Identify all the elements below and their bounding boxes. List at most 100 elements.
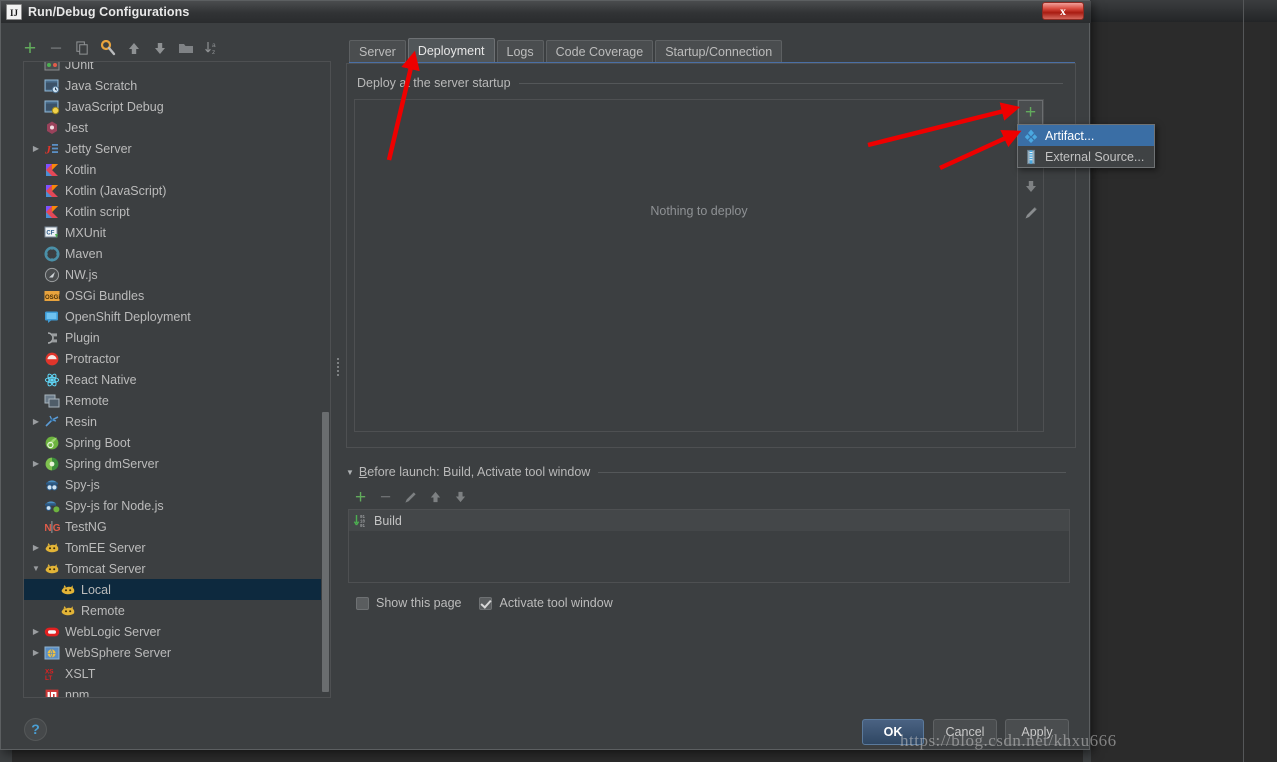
help-icon[interactable]: ? [24,718,47,741]
tree-item[interactable]: Kotlin script [24,201,324,222]
chevron-right-icon[interactable]: ▶ [28,417,44,426]
before-launch-move-down-button[interactable] [448,485,473,509]
tree-item[interactable]: ▶ Resin [24,411,324,432]
menu-item-artifact[interactable]: Artifact... [1018,125,1154,146]
before-launch-add-button[interactable]: + [348,485,373,509]
tree-item-label: JUnit [65,61,94,72]
remove-configuration-button[interactable]: − [43,36,69,60]
close-icon[interactable]: x [1042,2,1084,20]
add-configuration-button[interactable]: + [17,36,43,60]
configurations-tree-panel: JUnit Java Scratch JavaScript Debug Jest ▶ J J… [23,61,331,698]
tree-item[interactable]: Maven [24,243,324,264]
svg-text:01: 01 [360,516,366,520]
tree-item[interactable]: ▶ TomEE Server [24,537,324,558]
configurations-tree: JUnit Java Scratch JavaScript Debug Jest ▶ J J… [24,61,324,697]
arrow-down-icon [155,42,165,54]
edit-defaults-button[interactable] [95,36,121,60]
checkbox-activate-tool-window[interactable]: Activate tool window [479,596,613,610]
tree-item[interactable]: Kotlin (JavaScript) [24,180,324,201]
tree-item[interactable]: ▼ Tomcat Server [24,558,324,579]
tree-item[interactable]: ▶ Spring dmServer [24,453,324,474]
tab-deployment[interactable]: Deployment [407,38,495,62]
deployment-empty-message: Nothing to deploy [650,204,748,218]
deployment-edit-button[interactable] [1018,200,1043,225]
minus-icon: − [49,36,63,60]
deployment-move-down-button[interactable] [1018,174,1043,199]
deployment-add-button[interactable]: + [1018,100,1043,125]
tab-label: Code Coverage [555,44,644,59]
chevron-right-icon[interactable]: ▶ [28,144,44,153]
tree-item-label: Maven [65,246,103,261]
tree-scrollbar[interactable] [321,62,330,697]
before-launch-remove-button[interactable]: − [373,485,398,509]
kotlin-icon [44,162,60,178]
checkbox-checked-icon[interactable] [479,596,493,610]
svg-text:J: J [44,142,52,156]
tree-item[interactable]: Spy-js [24,474,324,495]
checkbox-unchecked-icon[interactable] [356,596,369,610]
before-launch-edit-button[interactable] [398,485,423,509]
chevron-right-icon[interactable]: ▶ [28,459,44,468]
before-launch-task-row[interactable]: 01 10 01 Build [349,510,1069,531]
tree-item[interactable]: JavaScript Debug [24,96,324,117]
tree-item[interactable]: Kotlin [24,159,324,180]
tree-item[interactable]: OpenShift Deployment [24,306,324,327]
tree-item[interactable]: JUnit [24,61,324,75]
deploy-legend-label: Deploy at the server startup [357,76,519,90]
create-folder-button[interactable] [173,36,199,60]
move-up-button[interactable] [121,36,147,60]
deploy-legend-line [518,82,1063,84]
svg-text:01: 01 [360,524,366,528]
chevron-right-icon[interactable]: ▶ [28,648,44,657]
tab-server[interactable]: Server [349,40,406,62]
tree-item-selected[interactable]: Local [24,579,324,600]
tree-item-label: Spy-js for Node.js [65,498,164,513]
tab-startup-connection[interactable]: Startup/Connection [655,40,783,62]
plus-icon: + [23,36,37,60]
tree-item[interactable]: ▶ J Jetty Server [24,138,324,159]
artifact-icon [1023,128,1039,144]
tree-item[interactable]: Spring Boot [24,432,324,453]
checkbox-show-this-page[interactable]: Show this page [356,596,461,610]
tree-item[interactable]: Jest [24,117,324,138]
before-launch-toolbar: + − [348,485,473,509]
pane-splitter[interactable] [335,356,341,380]
move-down-button[interactable] [147,36,173,60]
chevron-right-icon[interactable]: ▶ [28,627,44,636]
tree-item[interactable]: NW.js [24,264,324,285]
deploy-legend: Deploy at the server startup [357,76,1063,90]
tree-item[interactable]: OSGi OSGi Bundles [24,285,324,306]
chevron-right-icon[interactable]: ▶ [28,543,44,552]
tree-item[interactable]: ▶ WebSphere Server [24,642,324,663]
deployment-list[interactable]: Nothing to deploy [354,99,1044,432]
tab-logs[interactable]: Logs [496,40,544,62]
tree-item[interactable]: Plugin [24,327,324,348]
before-launch-task-list[interactable]: 01 10 01 Build [348,509,1070,583]
tree-item[interactable]: XS LT XSLT [24,663,324,684]
pencil-icon [1025,206,1037,218]
sort-configurations-button[interactable]: a z [199,36,225,60]
tree-item[interactable]: Remote [24,390,324,411]
tree-item[interactable]: ▶ WebLogic Server [24,621,324,642]
tree-item-label: XSLT [65,666,96,681]
tree-item[interactable]: CF MXUnit [24,222,324,243]
before-launch-move-up-button[interactable] [423,485,448,509]
websphere-icon [44,645,60,661]
tab-code-coverage[interactable]: Code Coverage [545,40,654,62]
tree-item[interactable]: Protractor [24,348,324,369]
tree-item[interactable]: Spy-js for Node.js [24,495,324,516]
before-launch-twisty-icon[interactable]: ▼ [346,468,354,477]
menu-item-external-source[interactable]: External Source... [1018,146,1154,167]
chevron-down-icon[interactable]: ▼ [28,564,44,573]
tree-item-label: Kotlin (JavaScript) [65,183,167,198]
tree-item[interactable]: N G TestNG [24,516,324,537]
before-launch-task-label: Build [374,513,402,528]
tree-item-label: Plugin [65,330,100,345]
tree-item[interactable]: Java Scratch [24,75,324,96]
tree-scrollbar-thumb[interactable] [322,412,329,692]
tree-item[interactable]: npm [24,684,324,697]
copy-configuration-button[interactable] [69,36,95,60]
tree-item[interactable]: Remote [24,600,324,621]
tree-item[interactable]: React Native [24,369,324,390]
svg-text:CF: CF [46,230,54,236]
